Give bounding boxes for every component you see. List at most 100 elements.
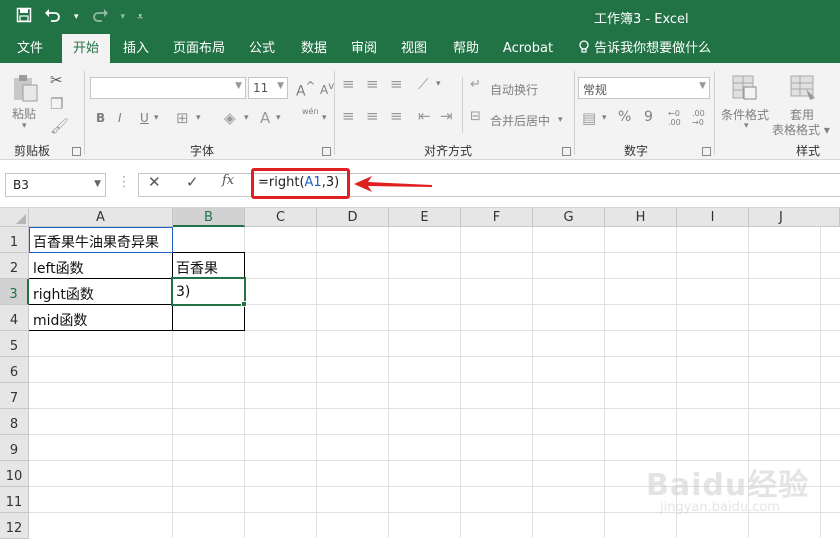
align-top-icon[interactable]: ≡ [342,75,355,93]
merge-dropdown-icon[interactable]: ▾ [558,115,563,125]
fill-color-dropdown-icon[interactable]: ▾ [244,113,249,123]
paste-icon[interactable] [10,73,40,107]
decrease-indent-icon[interactable]: ⇤ [418,107,431,125]
formula-input[interactable] [138,173,840,197]
row-header-10[interactable]: 10 [0,461,29,487]
align-left-icon[interactable]: ≡ [342,107,355,125]
number-launcher-icon[interactable] [702,147,711,156]
align-bottom-icon[interactable]: ≡ [390,75,403,93]
column-header-d[interactable]: D [317,208,389,227]
align-center-icon[interactable]: ≡ [366,107,379,125]
row-header-9[interactable]: 9 [0,435,29,461]
column-header-h[interactable]: H [605,208,677,227]
italic-button[interactable]: I [118,111,122,125]
percent-style-button[interactable]: % [618,109,631,125]
align-middle-icon[interactable]: ≡ [366,75,379,93]
fill-handle[interactable] [241,301,247,307]
increase-decimal-icon[interactable]: ←0.00 [668,109,681,127]
tab-help[interactable]: 帮助 [444,34,488,63]
font-size-combo[interactable]: 11 ▼ [248,77,288,99]
format-painter-icon[interactable]: 🖌 [50,117,69,135]
row-header-8[interactable]: 8 [0,409,29,435]
wrap-text-button[interactable]: 自动换行 [490,81,538,98]
column-header-b[interactable]: B [173,208,245,227]
alignment-launcher-icon[interactable] [562,147,571,156]
tab-page-layout[interactable]: 页面布局 [168,34,230,63]
accounting-format-icon[interactable]: ▤ [582,109,596,127]
merge-center-icon[interactable]: ⊟ [470,109,481,124]
cell-b2[interactable]: 百香果 [173,258,218,278]
borders-icon[interactable]: ⊞ [176,109,189,127]
cell-a2[interactable]: left函数 [30,258,84,278]
orientation-icon[interactable]: ⟋ [418,75,429,93]
row-header-6[interactable]: 6 [0,357,29,383]
cell-a1[interactable]: 百香果牛油果奇异果 [30,232,159,252]
conditional-formatting-icon[interactable] [730,73,760,107]
tab-file[interactable]: 文件 [10,34,50,63]
font-color-icon[interactable]: A [260,109,270,127]
cut-icon[interactable]: ✂ [50,71,63,89]
tab-review[interactable]: 审阅 [344,34,384,63]
align-right-icon[interactable]: ≡ [390,107,403,125]
column-header-a[interactable]: A [29,208,173,227]
tab-insert[interactable]: 插入 [114,34,158,63]
active-cell-selection[interactable] [171,277,246,306]
column-header-i[interactable]: I [677,208,749,227]
copy-icon[interactable]: ❐ [50,95,63,113]
font-color-dropdown-icon[interactable]: ▾ [276,113,281,123]
increase-indent-icon[interactable]: ⇥ [440,107,453,125]
redo-dropdown-icon[interactable]: ▾ [121,8,126,26]
save-icon[interactable] [16,7,32,27]
tab-view[interactable]: 视图 [394,34,434,63]
orientation-dropdown-icon[interactable]: ▾ [436,79,441,89]
decrease-decimal-icon[interactable]: .00 →0 [692,109,705,127]
tab-acrobat[interactable]: Acrobat [498,34,558,63]
column-header-c[interactable]: C [245,208,317,227]
increase-font-icon[interactable]: A^ [296,79,315,100]
tab-home[interactable]: 开始 [62,34,110,63]
column-header-f[interactable]: F [461,208,533,227]
row-header-12[interactable]: 12 [0,513,29,539]
row-header-7[interactable]: 7 [0,383,29,409]
decrease-font-icon[interactable]: Av [320,81,334,97]
merge-center-button[interactable]: 合并后居中 [490,112,550,129]
paste-dropdown-icon[interactable]: ▾ [22,121,27,131]
comma-style-button[interactable]: 9 [644,109,653,125]
select-all-button[interactable] [0,208,29,227]
undo-icon[interactable] [44,7,62,27]
tab-formulas[interactable]: 公式 [242,34,282,63]
undo-dropdown-icon[interactable]: ▾ [74,8,79,26]
number-format-combo[interactable]: 常规 ▼ [578,77,710,99]
row-header-3[interactable]: 3 [0,279,29,305]
conditional-dropdown-icon[interactable]: ▾ [744,121,749,131]
borders-dropdown-icon[interactable]: ▾ [196,113,201,123]
cell-a4[interactable]: mid函数 [30,310,87,330]
font-name-combo[interactable]: ▼ [90,77,246,99]
column-header-e[interactable]: E [389,208,461,227]
font-launcher-icon[interactable] [322,147,331,156]
formula-bar-grip-icon[interactable]: ⋮ [117,174,131,190]
row-header-11[interactable]: 11 [0,487,29,513]
customize-qat-icon[interactable]: ⩡ [137,8,143,26]
underline-button[interactable]: U [140,111,149,125]
row-header-4[interactable]: 4 [0,305,29,331]
name-box[interactable]: B3 ▼ [5,173,106,197]
row-header-1[interactable]: 1 [0,227,29,253]
underline-dropdown-icon[interactable]: ▾ [154,113,159,123]
row-header-5[interactable]: 5 [0,331,29,357]
column-header-g[interactable]: G [533,208,605,227]
wrap-text-icon[interactable]: ↵ [470,77,481,92]
accounting-dropdown-icon[interactable]: ▾ [602,113,607,123]
column-header-j[interactable]: J [749,208,840,227]
tell-me-search[interactable]: 告诉我你想要做什么 [578,34,711,63]
format-as-table-icon[interactable] [788,73,818,107]
phonetic-guide-icon[interactable]: wén [302,107,319,116]
row-header-2[interactable]: 2 [0,253,29,279]
clipboard-launcher-icon[interactable] [72,147,81,156]
cell-a3[interactable]: right函数 [30,284,94,304]
phonetic-dropdown-icon[interactable]: ▾ [322,113,327,123]
bold-button[interactable]: B [96,111,105,125]
name-box-dropdown-icon[interactable]: ▼ [94,179,101,189]
tab-data[interactable]: 数据 [292,34,336,63]
fill-color-icon[interactable]: ◈ [224,109,236,127]
